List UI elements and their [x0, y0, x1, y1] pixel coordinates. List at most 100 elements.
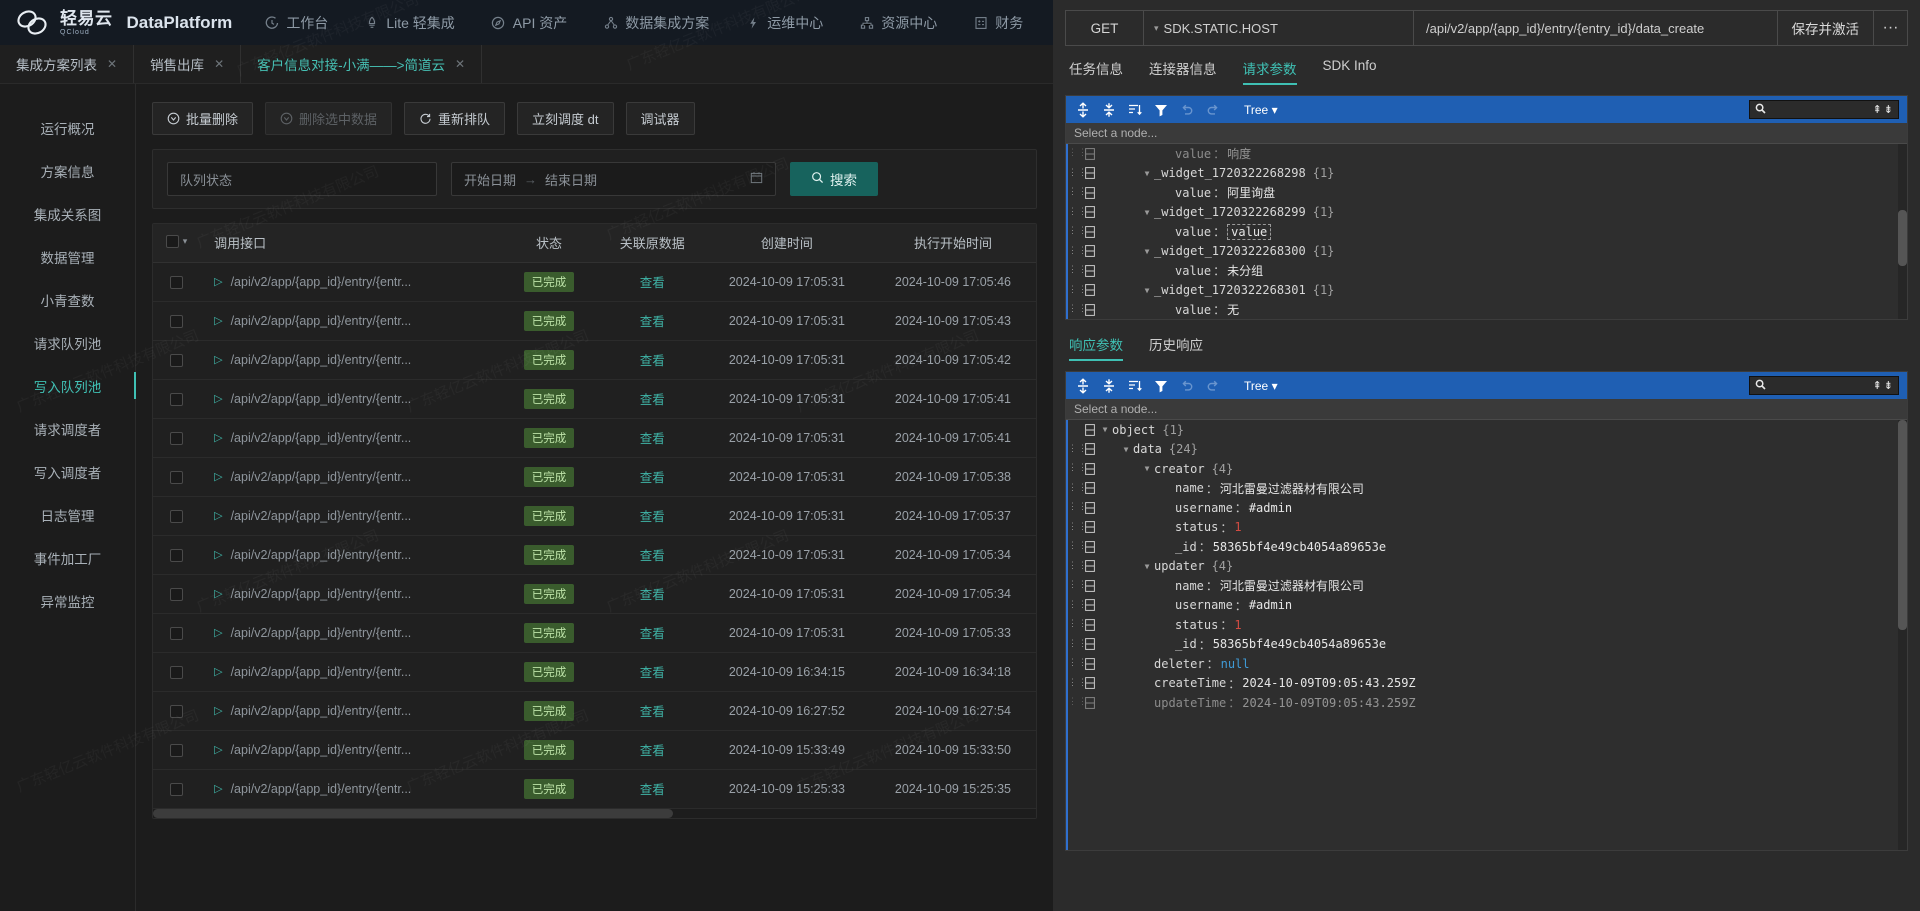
table-row[interactable]: ▷ /api/v2/app/{app_id}/entry/{entr... 已完成 查…	[153, 379, 1036, 419]
nav-item-api-assets[interactable]: API 资产	[491, 13, 567, 33]
drag-handle[interactable]: ⋮⋮	[1068, 207, 1087, 216]
search-prev-icon[interactable]: ⇞	[1873, 379, 1882, 392]
batch-delete-button[interactable]: 批量删除	[152, 102, 254, 135]
view-link[interactable]: 查看	[640, 549, 665, 563]
drag-handle[interactable]: ⋮⋮	[1068, 266, 1087, 275]
nav-item-ops-center[interactable]: 运维中心	[745, 13, 823, 33]
drag-handle[interactable]: ⋮⋮	[1068, 522, 1087, 531]
row-checkbox[interactable]	[170, 665, 184, 679]
play-icon[interactable]: ▷	[214, 626, 222, 639]
json-search-box[interactable]: ⇞ ⇟	[1749, 100, 1899, 119]
view-link[interactable]: 查看	[640, 510, 665, 524]
response-tree-scrollbar[interactable]	[1898, 420, 1907, 850]
play-icon[interactable]: ▷	[214, 353, 222, 366]
request-node-path[interactable]: Select a node...	[1066, 123, 1907, 144]
json-value[interactable]: 河北雷曼过滤器材有限公司	[1220, 480, 1364, 497]
filter-icon[interactable]	[1152, 377, 1169, 394]
play-icon[interactable]: ▷	[214, 392, 222, 405]
doc-tab-sales-outbound[interactable]: 销售出库 ✕	[134, 45, 242, 83]
drag-handle[interactable]: ⋮⋮	[1068, 285, 1087, 294]
search-next-icon[interactable]: ⇟	[1884, 103, 1893, 116]
close-icon[interactable]: ✕	[107, 57, 117, 71]
search-button[interactable]: 搜索	[790, 162, 878, 196]
nav-item-finance[interactable]: 财务	[973, 13, 1023, 33]
row-checkbox[interactable]	[170, 314, 184, 328]
sort-icon[interactable]	[1126, 101, 1143, 118]
view-link[interactable]: 查看	[640, 471, 665, 485]
row-checkbox[interactable]	[170, 743, 184, 757]
json-value[interactable]: 58365bf4e49cb4054a89653e	[1213, 540, 1386, 554]
tab-response-params[interactable]: 响应参数	[1069, 334, 1123, 361]
play-icon[interactable]: ▷	[214, 314, 222, 327]
table-row[interactable]: ▷ /api/v2/app/{app_id}/entry/{entr... 已完成 查…	[153, 457, 1036, 497]
play-icon[interactable]: ▷	[214, 275, 222, 288]
sidebar-item-data-management[interactable]: 数据管理	[0, 235, 135, 278]
expand-toggle-icon[interactable]: ▼	[1140, 464, 1154, 473]
drag-handle[interactable]: ⋮⋮	[1068, 561, 1087, 570]
json-value[interactable]: 58365bf4e49cb4054a89653e	[1213, 637, 1386, 651]
sidebar-item-plan-info[interactable]: 方案信息	[0, 149, 135, 192]
sidebar-item-xiaoqing-query[interactable]: 小青查数	[0, 278, 135, 321]
view-link[interactable]: 查看	[640, 354, 665, 368]
expand-toggle-icon[interactable]: ▼	[1140, 286, 1154, 295]
drag-handle[interactable]: ⋮⋮	[1068, 305, 1087, 314]
drag-handle[interactable]: ⋮⋮	[1068, 227, 1087, 236]
request-tree-body[interactable]: ⋮⋮ value：响度 ⋮⋮ ▼ _widget_1720322268298 {1} ⋮⋮ v…	[1066, 144, 1907, 319]
json-value[interactable]: #admin	[1249, 501, 1292, 515]
play-icon[interactable]: ▷	[214, 743, 222, 756]
schedule-now-button[interactable]: 立刻调度 dt	[517, 102, 614, 135]
play-icon[interactable]: ▷	[214, 509, 222, 522]
drag-handle[interactable]: ⋮⋮	[1068, 168, 1087, 177]
json-tree-row[interactable]: ⋮⋮ ▼ _widget_1720322268300 {1}	[1068, 242, 1907, 262]
collapse-all-icon[interactable]	[1100, 377, 1117, 394]
sidebar-item-overview[interactable]: 运行概况	[0, 106, 135, 149]
json-value[interactable]: value	[1227, 223, 1272, 240]
table-row[interactable]: ▷ /api/v2/app/{app_id}/entry/{entr... 已完成 查…	[153, 418, 1036, 458]
json-value[interactable]: 未分组	[1227, 262, 1263, 279]
play-icon[interactable]: ▷	[214, 548, 222, 561]
json-tree-row[interactable]: ⋮⋮ value：响度	[1068, 144, 1907, 164]
json-value[interactable]: 2024-10-09T09:05:43.259Z	[1242, 696, 1415, 710]
search-prev-icon[interactable]: ⇞	[1873, 103, 1882, 116]
tab-connector-info[interactable]: 连接器信息	[1149, 58, 1217, 85]
view-link[interactable]: 查看	[640, 432, 665, 446]
scrollbar-thumb[interactable]	[1898, 210, 1907, 266]
json-tree-row[interactable]: ⋮⋮ value： value	[1068, 222, 1907, 242]
response-tree-body[interactable]: ▼ object {1} ⋮⋮ ▼ data {24} ⋮⋮ ▼ creator {4} ⋮⋮ name…	[1066, 420, 1907, 850]
search-nav-icons[interactable]: ⇞ ⇟	[1873, 379, 1893, 392]
json-tree-row[interactable]: ⋮⋮ username： #admin	[1068, 498, 1907, 518]
brand-logo[interactable]: 轻易云 QCloud DataPlatform	[16, 8, 232, 38]
json-tree-row[interactable]: ⋮⋮ value：未分组	[1068, 261, 1907, 281]
sidebar-item-request-scheduler[interactable]: 请求调度者	[0, 407, 135, 450]
filter-icon[interactable]	[1152, 101, 1169, 118]
response-node-path[interactable]: Select a node...	[1066, 399, 1907, 420]
table-row[interactable]: ▷ /api/v2/app/{app_id}/entry/{entr... 已完成 查…	[153, 340, 1036, 380]
tab-task-info[interactable]: 任务信息	[1069, 58, 1123, 85]
sidebar-item-write-scheduler[interactable]: 写入调度者	[0, 450, 135, 493]
json-value[interactable]: 2024-10-09T09:05:43.259Z	[1242, 676, 1415, 690]
row-checkbox[interactable]	[170, 704, 184, 718]
json-tree-row[interactable]: ⋮⋮ name：河北雷曼过滤器材有限公司	[1068, 576, 1907, 596]
expand-toggle-icon[interactable]: ▼	[1119, 445, 1133, 454]
requeue-button[interactable]: 重新排队	[404, 102, 506, 135]
scrollbar-thumb[interactable]	[1898, 420, 1907, 630]
drag-handle[interactable]: ⋮⋮	[1068, 698, 1087, 707]
play-icon[interactable]: ▷	[214, 431, 222, 444]
table-row[interactable]: ▷ /api/v2/app/{app_id}/entry/{entr... 已完成 查…	[153, 535, 1036, 575]
expand-toggle-icon[interactable]: ▼	[1140, 169, 1154, 178]
request-path-input[interactable]: /api/v2/app/{app_id}/entry/{entry_id}/da…	[1414, 11, 1777, 45]
row-checkbox[interactable]	[170, 626, 184, 640]
json-tree-row[interactable]: ⋮⋮ status： 1	[1068, 615, 1907, 635]
row-checkbox[interactable]	[170, 353, 184, 367]
delete-selected-button[interactable]: 删除选中数据	[265, 102, 393, 135]
row-checkbox[interactable]	[170, 548, 184, 562]
expand-toggle-icon[interactable]: ▼	[1140, 247, 1154, 256]
tab-response-history[interactable]: 历史响应	[1149, 334, 1203, 361]
json-value[interactable]: 无	[1227, 301, 1239, 318]
play-icon[interactable]: ▷	[214, 470, 222, 483]
json-tree-row[interactable]: ⋮⋮ ▼ creator {4}	[1068, 459, 1907, 479]
sidebar-item-event-factory[interactable]: 事件加工厂	[0, 536, 135, 579]
play-icon[interactable]: ▷	[214, 587, 222, 600]
table-row[interactable]: ▷ /api/v2/app/{app_id}/entry/{entr... 已完成 查…	[153, 769, 1036, 809]
view-link[interactable]: 查看	[640, 315, 665, 329]
